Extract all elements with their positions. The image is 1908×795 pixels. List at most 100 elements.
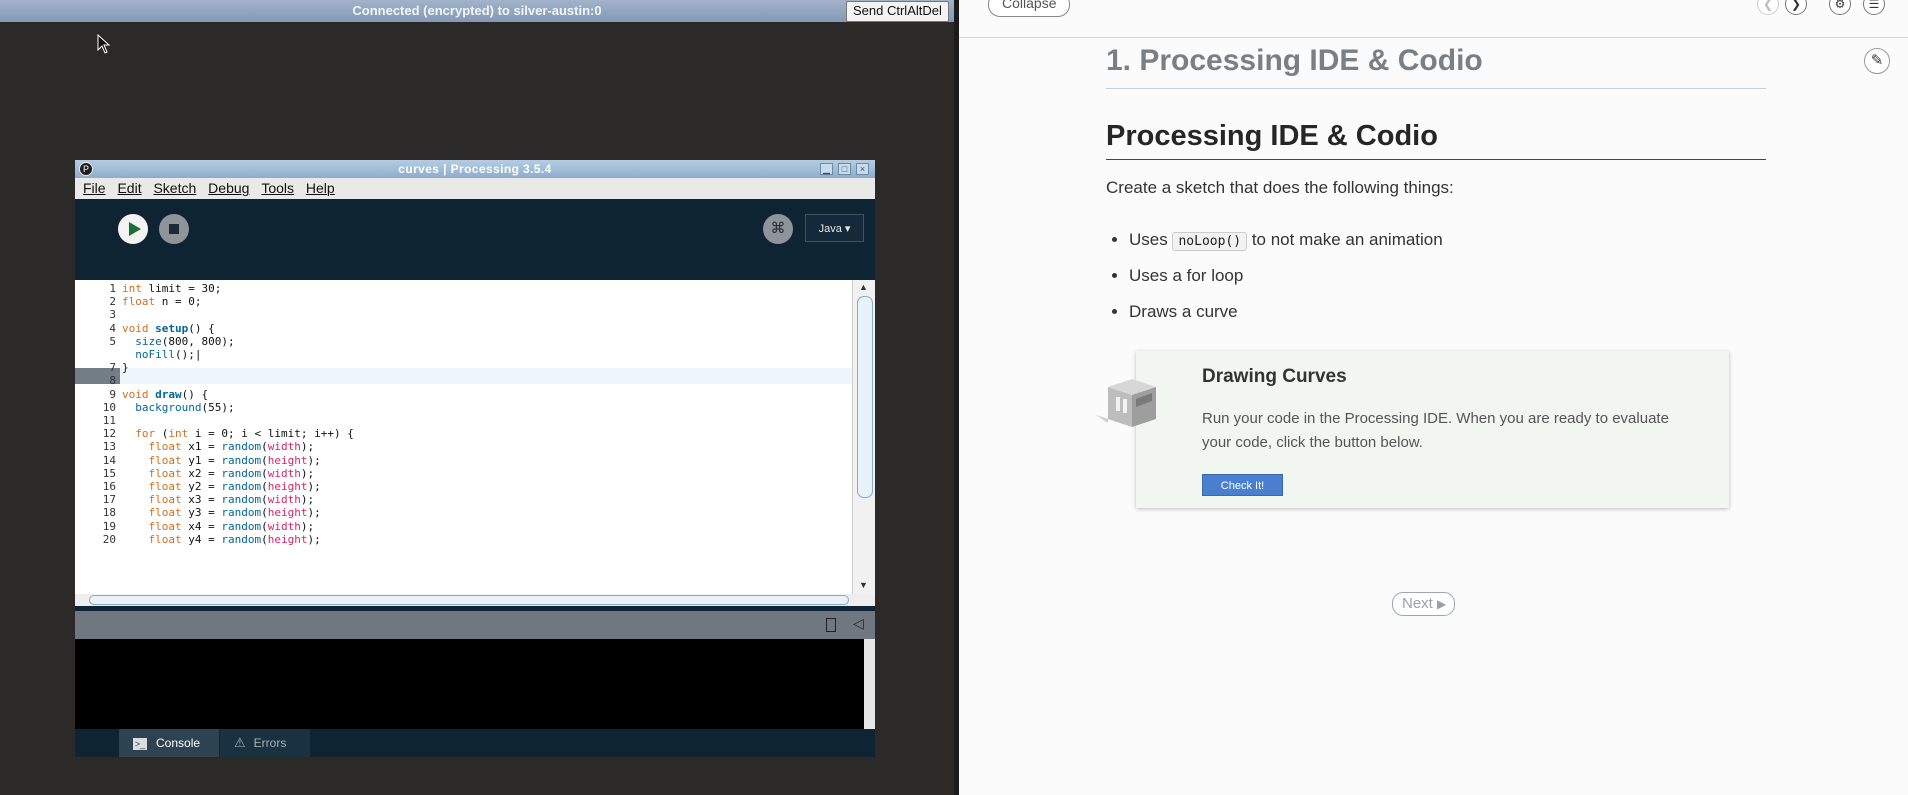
line-number: 14 <box>102 453 116 467</box>
horizontal-scroll-thumb[interactable] <box>89 595 849 605</box>
play-arrow-icon: ▶ <box>1437 597 1447 611</box>
tab-errors[interactable]: ⚠ Errors <box>220 729 310 757</box>
menu-help[interactable]: Help <box>306 178 335 199</box>
code-line[interactable]: float x4 = random(width); <box>122 520 315 533</box>
processing-window: P curves | Processing 3.5.4 ▁ □ × File E… <box>75 160 875 757</box>
code-line[interactable]: background(55); <box>122 401 234 414</box>
collapse-button[interactable]: Collapse <box>988 0 1071 17</box>
console-output <box>75 639 875 729</box>
stop-icon <box>169 224 179 234</box>
edit-pencil-icon[interactable]: ✎ <box>1864 48 1890 74</box>
run-button[interactable] <box>118 214 148 244</box>
scroll-up-icon[interactable]: ▲ <box>859 282 868 292</box>
connection-status: Connected (encrypted) to silver-austin:0 <box>352 3 602 18</box>
maximize-icon[interactable]: □ <box>838 163 851 175</box>
list-item: Draws a curve <box>1129 290 1443 326</box>
vnc-viewer: Connected (encrypted) to silver-austin:0… <box>0 0 954 795</box>
line-number: 7 <box>109 361 116 375</box>
next-button[interactable]: Next ▶ <box>1392 592 1456 616</box>
scroll-down-icon[interactable]: ▼ <box>859 580 868 590</box>
stop-button[interactable] <box>159 214 189 244</box>
line-number-gutter: 1 2 3 4 5 6 7 8 9 10 11 12 13 14 15 16 17 18 19 20 <box>75 280 120 594</box>
menu-tools[interactable]: Tools <box>261 178 294 199</box>
task-1-suffix: to not make an animation <box>1251 230 1443 249</box>
line-number: 15 <box>102 466 116 480</box>
code-editor[interactable]: 1 2 3 4 5 6 7 8 9 10 11 12 13 14 15 16 17 18 19 20 int limi… <box>75 280 875 606</box>
menu-bar: File Edit Sketch Debug Tools Help <box>75 178 875 199</box>
line-number: 8 <box>109 374 116 388</box>
minimize-icon[interactable]: ▁ <box>820 163 833 175</box>
close-icon[interactable]: × <box>856 163 869 175</box>
line-number: 19 <box>102 519 116 533</box>
editor-vertical-scrollbar[interactable]: ▲ ▼ <box>852 280 875 594</box>
settings-gear-icon[interactable]: ⚙ <box>1829 0 1851 15</box>
line-number: 2 <box>109 295 116 309</box>
editor-scroll-thumb[interactable] <box>857 296 873 498</box>
table-of-contents-icon[interactable]: ☰ <box>1863 0 1885 15</box>
processing-title-bar[interactable]: P curves | Processing 3.5.4 ▁ □ × <box>75 160 875 178</box>
code-line[interactable]: float y4 = random(height); <box>122 533 321 546</box>
check-it-button[interactable]: Check It! <box>1202 474 1283 496</box>
console-tab-label: Console <box>156 736 201 750</box>
line-number: 9 <box>109 387 116 401</box>
debug-icon: ⌘ <box>770 220 786 237</box>
code-line[interactable]: float x2 = random(width); <box>122 467 315 480</box>
line-number: 20 <box>102 532 116 546</box>
console-scrollbar[interactable] <box>864 639 875 729</box>
code-line[interactable]: float n = 0; <box>122 295 201 308</box>
mouse-cursor-icon <box>97 34 111 54</box>
menu-edit[interactable]: Edit <box>117 178 141 199</box>
line-number: 11 <box>102 414 116 427</box>
line-number: 10 <box>102 400 116 414</box>
code-line[interactable]: float x3 = random(width); <box>122 493 315 506</box>
list-item: Uses noLoop() to not make an animation <box>1129 218 1443 254</box>
page-title: Processing IDE & Codio <box>1106 120 1766 160</box>
send-ctrl-alt-del-button[interactable]: Send CtrlAltDel <box>846 1 949 22</box>
code-line[interactable]: float y3 = random(height); <box>122 506 321 519</box>
intro-text: Create a sketch that does the following … <box>1106 178 1454 197</box>
menu-debug[interactable]: Debug <box>208 178 249 199</box>
menu-file[interactable]: File <box>83 178 106 199</box>
noloop-code: noLoop() <box>1172 232 1248 251</box>
line-number: 17 <box>102 493 116 507</box>
code-line[interactable]: float x1 = random(width); <box>122 440 315 453</box>
menu-sketch[interactable]: Sketch <box>153 178 196 199</box>
line-number: 18 <box>102 506 116 520</box>
guide-pane: Collapse ❮ ❯ ⚙ ☰ ✎ 1. Processing IDE & C… <box>959 0 1908 795</box>
line-number: 6 <box>109 348 116 361</box>
debugger-button[interactable]: ⌘ <box>763 214 793 244</box>
code-line[interactable]: float y2 = random(height); <box>122 480 321 493</box>
challenge-title: Drawing Curves <box>1202 366 1347 387</box>
editor-horizontal-scrollbar[interactable] <box>75 594 875 606</box>
challenge-text: Run your code in the Processing IDE. Whe… <box>1202 410 1669 451</box>
code-line[interactable]: float y1 = random(height); <box>122 454 321 467</box>
code-line[interactable]: } <box>122 361 129 374</box>
tab-console[interactable]: >_ Console <box>119 729 219 757</box>
list-item: Uses a for loop <box>1129 254 1443 290</box>
code-line[interactable]: for (int i = 0; i < limit; i++) { <box>122 427 354 440</box>
challenge-box-icon <box>1096 379 1156 427</box>
previous-page-icon[interactable]: ❮ <box>1757 0 1779 15</box>
mode-selector[interactable]: Java ▾ <box>805 214 864 242</box>
code-area[interactable]: int limit = 30; float n = 0; void setup() … <box>120 280 874 594</box>
current-line-highlight <box>120 368 874 384</box>
console-tabs: >_ Console ⚠ Errors <box>75 729 875 757</box>
console-icon: >_ <box>133 737 147 750</box>
errors-tab-label: Errors <box>253 736 287 750</box>
code-line[interactable]: size(800, 800); <box>122 335 234 348</box>
next-label: Next <box>1402 595 1433 612</box>
console-toggle-icon[interactable] <box>826 618 836 632</box>
task-list: Uses noLoop() to not make an animation U… <box>1106 218 1443 326</box>
line-number: 3 <box>109 308 116 322</box>
next-page-icon[interactable]: ❯ <box>1785 0 1807 15</box>
collapse-console-icon[interactable]: ◁ <box>853 615 864 632</box>
code-line[interactable]: noFill();| <box>122 348 201 361</box>
code-line[interactable]: int limit = 30; <box>122 282 221 295</box>
line-number: 12 <box>102 427 116 441</box>
line-number: 5 <box>109 334 116 348</box>
play-icon <box>129 222 141 236</box>
status-bar: ◁ <box>75 611 875 639</box>
code-line[interactable]: void setup() { <box>122 322 215 335</box>
code-line[interactable]: void draw() { <box>122 388 208 401</box>
line-number: 4 <box>109 321 116 335</box>
